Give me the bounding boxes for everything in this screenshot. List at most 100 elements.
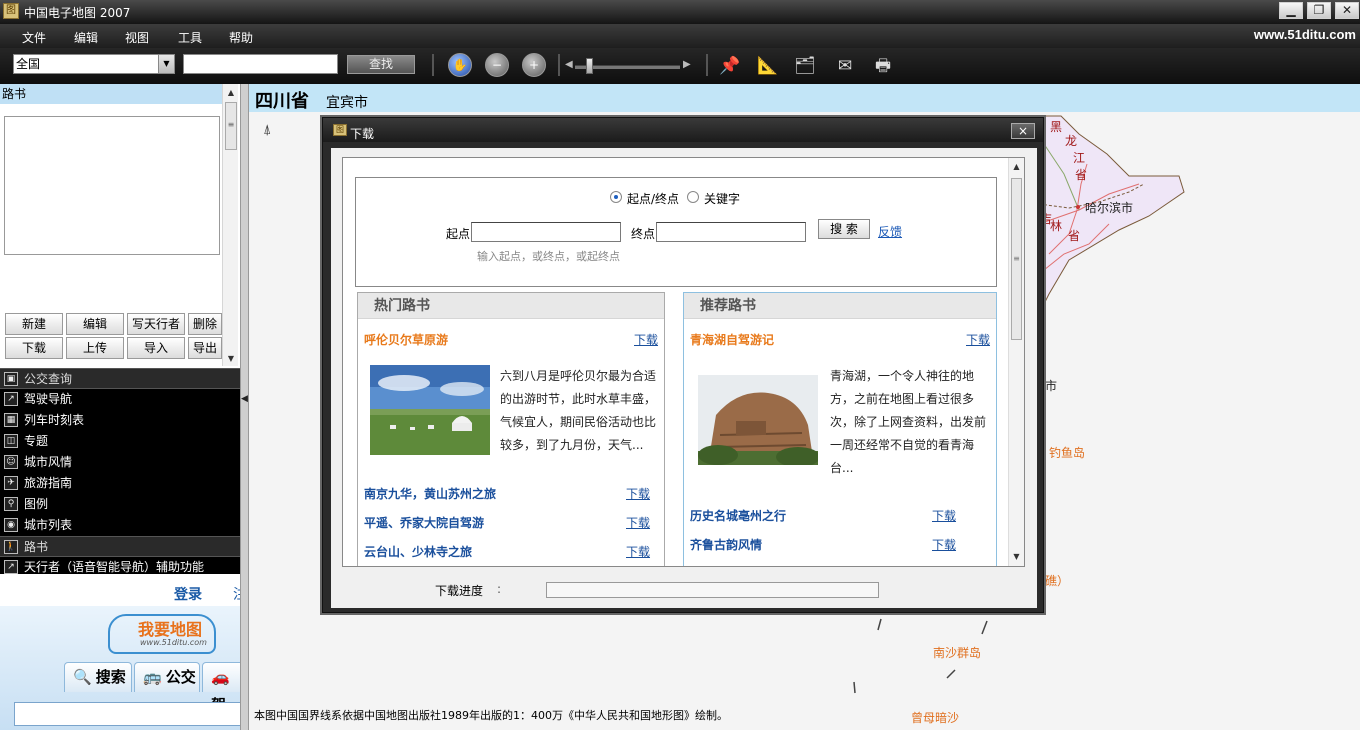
cliff-photo[interactable]	[698, 375, 818, 465]
zoom-out-icon[interactable]: −	[485, 53, 509, 77]
nav-bus-query[interactable]: ▣ 公交查询	[0, 368, 240, 389]
route-download-link[interactable]: 下载	[626, 514, 650, 531]
upload-roadbook-button[interactable]: 上传	[66, 337, 124, 359]
print-icon[interactable]: 🖶	[871, 54, 895, 78]
menu-view[interactable]: 视图	[125, 29, 149, 46]
route-download-link[interactable]: 下载	[626, 543, 650, 560]
roadbook-search-box: 起点/终点 关键字 起点 终点 搜 索 反馈 输入起点，或终点，或起终点	[355, 177, 997, 287]
nav-label: 城市列表	[24, 518, 73, 532]
featured-roadbook-title[interactable]: 呼伦贝尔草原游	[364, 331, 448, 348]
dialog-titlebar[interactable]: 图 下载 ×	[323, 118, 1043, 142]
route-link[interactable]: 平遥、乔家大院自驾游	[364, 514, 484, 531]
web-search-input[interactable]	[14, 702, 240, 726]
start-point-input[interactable]	[471, 222, 621, 242]
scroll-thumb[interactable]: ≡	[225, 102, 237, 150]
scroll-down-icon[interactable]: ▼	[1009, 550, 1024, 564]
dialog-app-icon: 图	[333, 124, 347, 136]
nav-topic[interactable]: ◫ 专题	[0, 431, 240, 452]
route-link[interactable]: 齐鲁古韵风情	[690, 536, 762, 553]
menu-edit[interactable]: 编辑	[74, 29, 98, 46]
featured-roadbook-title[interactable]: 青海湖自驾游记	[690, 331, 774, 348]
nav-drive-navigation[interactable]: ↗ 驾驶导航	[0, 389, 240, 410]
download-roadbook-button[interactable]: 下载	[5, 337, 63, 359]
mail-icon[interactable]: ✉	[833, 54, 857, 78]
left-scrollbar[interactable]: ▲ ≡ ▼	[222, 84, 238, 366]
dialog-close-button[interactable]: ×	[1011, 123, 1035, 139]
place-search-input[interactable]	[183, 54, 338, 74]
pin-icon[interactable]: 📌	[718, 54, 742, 78]
globe-icon: ◉	[4, 518, 18, 532]
maximize-button[interactable]: ❐	[1307, 2, 1331, 19]
route-link[interactable]: 历史名城亳州之行	[690, 507, 786, 524]
collapse-left-icon[interactable]: ◀	[241, 394, 248, 404]
nav-label: 路书	[24, 540, 49, 554]
scroll-down-icon[interactable]: ▼	[223, 352, 239, 366]
find-button[interactable]: 查找	[347, 55, 415, 74]
tab-drive[interactable]: 🚗驾	[202, 662, 240, 714]
radio-start-end[interactable]	[610, 191, 622, 203]
zoom-slider-left-icon[interactable]: ◀	[565, 59, 573, 70]
menu-tools[interactable]: 工具	[178, 29, 202, 46]
scroll-thumb[interactable]: ≡	[1011, 178, 1022, 340]
close-button[interactable]: ✕	[1335, 2, 1359, 19]
map-location-header: 四川省 宜宾市	[249, 84, 1360, 112]
scroll-up-icon[interactable]: ▲	[1009, 160, 1024, 174]
featured-download-link[interactable]: 下载	[966, 331, 990, 348]
featured-description: 青海湖，一个令人神往的地 方，之前在地图上看过很多 次，除了上网查资料，出发前 …	[830, 365, 994, 480]
import-roadbook-button[interactable]: 导入	[127, 337, 185, 359]
nav-legend[interactable]: ⚲ 图例	[0, 494, 240, 515]
zoom-in-icon[interactable]: +	[522, 53, 546, 77]
edit-roadbook-button[interactable]: 编辑	[66, 313, 124, 335]
harbin-dot	[1076, 205, 1080, 209]
browser-scrollbar[interactable]: ▲ ≡ ▼	[1008, 158, 1024, 566]
nav-train-timetable[interactable]: ▦ 列车时刻表	[0, 410, 240, 431]
end-point-input[interactable]	[656, 222, 806, 242]
nav-roadbook[interactable]: 🚶 路书	[0, 536, 240, 557]
radio-keyword[interactable]	[687, 191, 699, 203]
route-link[interactable]: 南京九华，黄山苏州之旅	[364, 485, 496, 502]
route-link[interactable]: 云台山、少林寺之旅	[364, 543, 472, 560]
download-dialog: 图 下载 × 起点/终点 关键字 起点 终点 搜 索 反馈 输入起点，或终点，或…	[322, 117, 1044, 613]
chevron-down-icon[interactable]: ▼	[158, 55, 174, 73]
route-download-link[interactable]: 下载	[932, 536, 956, 553]
grassland-photo[interactable]	[370, 365, 490, 455]
roadbook-header: 路书	[0, 84, 222, 104]
site-logo[interactable]: 我要地图	[138, 616, 202, 640]
write-navigator-button[interactable]: 写天行者	[127, 313, 185, 335]
radio-keyword-label[interactable]: 关键字	[704, 190, 740, 207]
folder-icon[interactable]: 🗂	[793, 54, 817, 78]
panel-splitter[interactable]: ◀	[240, 84, 249, 730]
site-url[interactable]: www.51ditu.com	[1254, 27, 1356, 42]
login-link[interactable]: 登录	[174, 584, 202, 604]
tab-search[interactable]: 🔍 搜索	[64, 662, 132, 692]
scroll-up-icon[interactable]: ▲	[223, 86, 239, 100]
register-link[interactable]: 注	[233, 584, 240, 604]
route-download-link[interactable]: 下载	[932, 507, 956, 524]
left-panel: 路书 ▲ ≡ ▼ 新建 编辑 写天行者 删除 下载 上传 导入 导出 ▣ 公交查询…	[0, 84, 240, 730]
ruler-icon[interactable]: 📐	[756, 54, 780, 78]
recommended-roadbooks-header: 推荐路书	[684, 293, 996, 319]
window-titlebar: 图 中国电子地图 2007 ▁ ❐ ✕	[0, 0, 1360, 24]
new-roadbook-button[interactable]: 新建	[5, 313, 63, 335]
nav-travel-guide[interactable]: ✈ 旅游指南	[0, 473, 240, 494]
nav-city-list[interactable]: ◉ 城市列表	[0, 515, 240, 536]
zoom-slider-thumb[interactable]	[586, 58, 593, 74]
featured-description: 六到八月是呼伦贝尔最为合适 的出游时节，此时水草丰盛， 气候宜人，期间民俗活动也…	[500, 365, 662, 457]
nav-city-scenery[interactable]: ☺ 城市风情	[0, 452, 240, 473]
featured-download-link[interactable]: 下载	[634, 331, 658, 348]
description-line: 次，除了上网查资料，出发前	[830, 415, 987, 429]
menu-file[interactable]: 文件	[22, 29, 46, 46]
delete-roadbook-button[interactable]: 删除	[188, 313, 222, 335]
roadbook-list[interactable]	[4, 116, 220, 255]
menu-help[interactable]: 帮助	[229, 29, 253, 46]
radio-start-end-label[interactable]: 起点/终点	[627, 190, 679, 207]
feedback-link[interactable]: 反馈	[878, 223, 902, 240]
minimize-button[interactable]: ▁	[1279, 2, 1303, 19]
zoom-slider-right-icon[interactable]: ▶	[683, 59, 691, 70]
roadbook-search-button[interactable]: 搜 索	[818, 219, 870, 239]
region-select[interactable]: 全国 ▼	[13, 54, 175, 74]
pan-hand-icon[interactable]: ✋	[448, 53, 472, 77]
tab-bus[interactable]: 🚌 公交	[134, 662, 200, 692]
export-roadbook-button[interactable]: 导出	[188, 337, 222, 359]
route-download-link[interactable]: 下载	[626, 485, 650, 502]
